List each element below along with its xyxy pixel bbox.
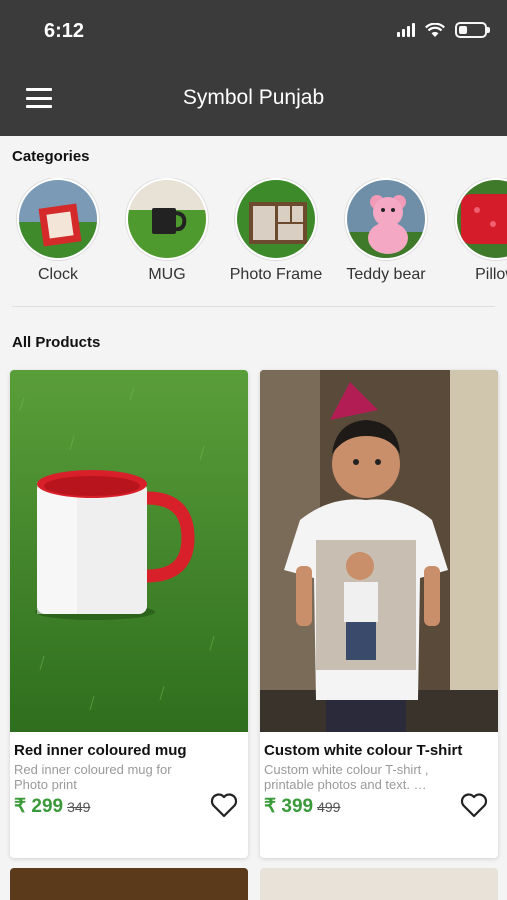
status-bar: 6:12 <box>0 0 507 60</box>
category-item-pillow[interactable]: Pillow <box>446 178 507 284</box>
product-description: Red inner coloured mug for Photo print <box>14 762 172 792</box>
product-card[interactable]: Red inner coloured mug Red inner coloure… <box>10 370 248 858</box>
sale-price: 299 <box>31 796 64 817</box>
original-price: 349 <box>67 799 91 815</box>
category-label: Teddy bear <box>346 266 426 283</box>
app-title: Symbol Punjab <box>182 86 325 109</box>
categories-heading: Categories <box>12 148 90 165</box>
category-label: MUG <box>148 266 186 283</box>
categories-carousel[interactable]: Clock MUG Photo Frame Teddy bear Pillo <box>0 178 507 288</box>
wifi-icon <box>425 22 445 37</box>
section-divider <box>12 306 495 307</box>
cellular-signal-icon <box>397 23 415 37</box>
app-bar: Symbol Punjab <box>0 60 507 136</box>
currency-symbol: ₹ <box>264 796 277 817</box>
product-name: Custom white colour T-shirt <box>264 742 463 759</box>
category-image-clock <box>17 178 99 260</box>
product-name: Red inner coloured mug <box>14 742 187 759</box>
main-content[interactable]: Categories Clock MUG Photo Frame Teddy b… <box>0 136 507 900</box>
category-item-mug[interactable]: MUG <box>117 178 217 284</box>
product-card[interactable]: Custom white colour T-shirt Custom white… <box>260 370 498 858</box>
category-image-photo-frame <box>235 178 317 260</box>
category-label: Photo Frame <box>229 266 323 283</box>
category-image-teddy-bear <box>345 178 427 260</box>
product-image-mug <box>10 370 248 732</box>
product-image-tshirt <box>260 370 498 732</box>
battery-icon <box>455 22 490 38</box>
status-icons <box>397 22 490 38</box>
category-image-pillow <box>455 178 507 260</box>
category-item-photo-frame[interactable]: Photo Frame <box>226 178 326 284</box>
category-label: Clock <box>37 266 78 283</box>
wishlist-heart-icon[interactable] <box>460 792 488 818</box>
currency-symbol: ₹ <box>14 796 27 817</box>
category-item-teddy-bear[interactable]: Teddy bear <box>336 178 436 284</box>
category-image-mug <box>126 178 208 260</box>
wishlist-heart-icon[interactable] <box>210 792 238 818</box>
product-card-partial[interactable] <box>260 868 498 900</box>
status-time: 6:12 <box>44 20 85 42</box>
category-label: Pillow <box>475 266 507 283</box>
original-price: 499 <box>317 799 341 815</box>
sale-price: 399 <box>281 796 314 817</box>
category-item-clock[interactable]: Clock <box>8 178 108 284</box>
product-description: Custom white colour T-shirt , printable … <box>264 762 429 792</box>
product-card-partial[interactable] <box>10 868 248 900</box>
all-products-heading: All Products <box>12 334 101 351</box>
